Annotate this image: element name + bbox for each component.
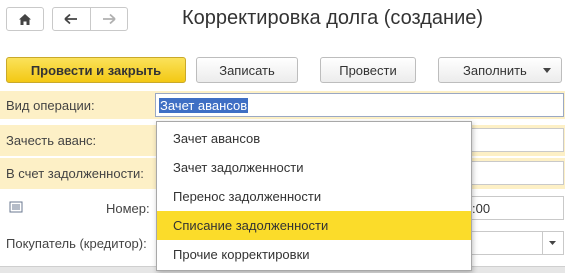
offset-advance-label: Зачесть аванс: — [6, 133, 97, 148]
buyer-field[interactable] — [470, 231, 564, 255]
number-label: Номер: — [106, 201, 150, 216]
home-button[interactable] — [6, 7, 44, 31]
buyer-dropdown-button[interactable] — [542, 232, 563, 254]
back-button[interactable] — [53, 8, 91, 30]
buyer-label: Покупатель (кредитор): — [6, 236, 147, 251]
history-nav — [52, 7, 128, 31]
time-fragment: :00 — [472, 201, 491, 216]
arrow-right-icon — [102, 13, 116, 25]
dropdown-item-other-adjustments[interactable]: Прочие корректировки — [157, 240, 471, 269]
fill-dropdown-button[interactable]: Заполнить — [438, 57, 562, 83]
save-button[interactable]: Записать — [196, 57, 298, 83]
dropdown-item-offset-advances[interactable]: Зачет авансов — [157, 124, 471, 153]
forward-button[interactable] — [91, 8, 128, 30]
dropdown-item-write-off-debt[interactable]: Списание задолженности — [157, 211, 471, 240]
operation-type-field[interactable]: Зачет авансов — [155, 93, 564, 117]
dropdown-item-transfer-debt[interactable]: Перенос задолженности — [157, 182, 471, 211]
offset-advance-field[interactable] — [470, 128, 564, 152]
post-and-close-button[interactable]: Провести и закрыть — [6, 57, 186, 83]
operation-type-label: Вид операции: — [6, 98, 95, 113]
operation-type-value: Зачет авансов — [159, 98, 249, 113]
against-debt-field[interactable] — [470, 161, 564, 185]
document-list-icon[interactable] — [9, 201, 23, 213]
page-title: Корректировка долга (создание) — [182, 7, 484, 29]
arrow-left-icon — [64, 13, 78, 25]
against-debt-label: В счет задолженности: — [6, 166, 144, 181]
post-button[interactable]: Провести — [320, 57, 416, 83]
dropdown-item-offset-debt[interactable]: Зачет задолженности — [157, 153, 471, 182]
triangle-down-icon — [549, 241, 556, 245]
triangle-down-icon — [543, 68, 551, 73]
date-time-field[interactable]: :00 — [470, 196, 564, 220]
home-icon — [19, 13, 31, 25]
fill-button-label: Заполнить — [463, 62, 527, 78]
operation-type-dropdown: Зачет авансов Зачет задолженности Перено… — [156, 121, 472, 271]
